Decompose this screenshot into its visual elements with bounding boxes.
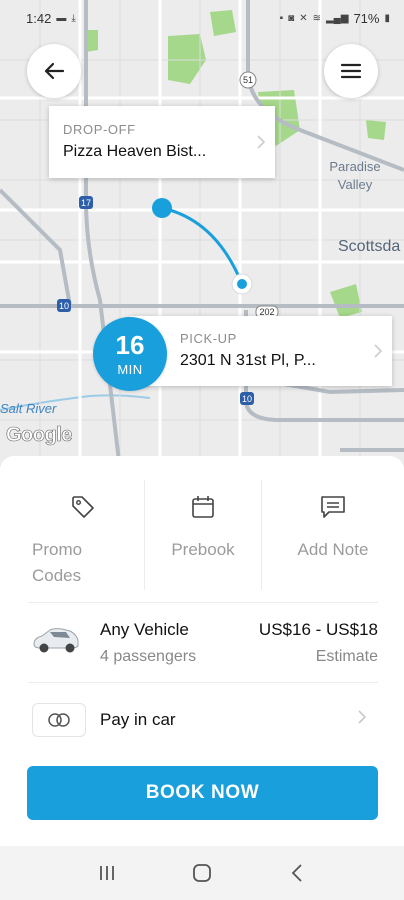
dropoff-label: DROP-OFF xyxy=(63,122,136,137)
google-attribution: Google xyxy=(6,424,73,447)
add-note-button[interactable]: Add Note xyxy=(261,480,404,590)
pickup-card[interactable]: PICK-UP 2301 N 31st Pl, P... xyxy=(130,316,392,386)
battery-icon: ▮ xyxy=(384,12,390,24)
back-button[interactable] xyxy=(27,44,81,98)
shield-51: 51 xyxy=(239,71,257,89)
system-nav-bar xyxy=(0,846,404,900)
svg-text:10: 10 xyxy=(242,394,252,404)
svg-text:51: 51 xyxy=(243,75,253,85)
signal-icon: ▂▄▆ xyxy=(325,12,349,24)
arrow-left-icon xyxy=(44,62,65,80)
chevron-right-icon xyxy=(358,710,366,724)
svg-text:10: 10 xyxy=(59,301,69,311)
chevron-right-icon xyxy=(374,344,382,358)
calendar-icon xyxy=(190,494,216,525)
shield-10b: 10 xyxy=(240,392,254,405)
back-icon[interactable] xyxy=(277,853,317,893)
payment-method-row[interactable]: Pay in car xyxy=(28,700,378,740)
booking-sheet: Promo Codes Prebook Add Note Any Vehicle… xyxy=(0,456,404,846)
eta-unit: MIN xyxy=(117,361,143,377)
vehicle-name: Any Vehicle xyxy=(100,620,189,639)
status-time: 1:42 xyxy=(26,10,52,26)
home-icon[interactable] xyxy=(182,853,222,893)
message-square-icon xyxy=(319,494,347,525)
promo-codes-label: Promo Codes xyxy=(32,540,83,585)
mute-icon: ✕ xyxy=(299,12,308,24)
camera-icon: ◙ xyxy=(288,12,295,24)
eta-minutes: 16 xyxy=(115,329,145,360)
svg-text:Paradise: Paradise xyxy=(329,159,380,174)
cash-icon xyxy=(32,703,86,737)
tag-icon xyxy=(70,494,96,525)
menu-button[interactable] xyxy=(324,44,378,98)
wifi-icon: ≋ xyxy=(312,12,321,24)
message-icon: ▬ xyxy=(56,12,67,24)
action-row: Promo Codes Prebook Add Note xyxy=(0,480,404,590)
svg-text:17: 17 xyxy=(81,198,91,208)
svg-text:Scottsda: Scottsda xyxy=(338,238,400,255)
eta-bubble: 16 MIN xyxy=(93,317,167,391)
hamburger-menu-icon xyxy=(340,63,362,79)
shield-17: 17 xyxy=(79,196,93,209)
prebook-label: Prebook xyxy=(171,540,235,559)
pickup-address: 2301 N 31st Pl, P... xyxy=(180,352,316,369)
dropoff-address: Pizza Heaven Bist... xyxy=(63,143,207,160)
recent-apps-icon[interactable] xyxy=(87,853,127,893)
book-now-button[interactable]: BOOK NOW xyxy=(27,766,378,820)
shield-10: 10 xyxy=(57,299,71,312)
svg-text:Valley: Valley xyxy=(338,177,373,192)
lock-icon: ▪ xyxy=(279,12,284,24)
status-bar: 1:42 ▬ ⤓ ▪ ◙ ✕ ≋ ▂▄▆ 71% ▮ xyxy=(0,0,404,36)
price-range: US$16 - US$18 xyxy=(258,620,378,639)
add-note-label: Add Note xyxy=(297,540,369,559)
pickup-label: PICK-UP xyxy=(180,331,237,346)
promo-codes-button[interactable]: Promo Codes xyxy=(0,480,144,590)
price-note: Estimate xyxy=(315,648,378,665)
svg-text:Salt River: Salt River xyxy=(0,401,57,416)
divider xyxy=(28,682,378,683)
battery-percent: 71% xyxy=(353,10,380,26)
divider xyxy=(28,602,378,603)
car-icon xyxy=(33,628,79,653)
download-icon: ⤓ xyxy=(71,12,76,24)
dropoff-marker xyxy=(152,198,172,218)
prebook-button[interactable]: Prebook xyxy=(144,480,261,590)
dropoff-card[interactable]: DROP-OFF Pizza Heaven Bist... xyxy=(49,106,275,178)
chevron-right-icon xyxy=(257,135,265,149)
vehicle-option[interactable]: Any Vehicle 4 passengers US$16 - US$18 E… xyxy=(28,614,378,670)
payment-label: Pay in car xyxy=(100,710,176,729)
vehicle-capacity: 4 passengers xyxy=(100,648,197,665)
